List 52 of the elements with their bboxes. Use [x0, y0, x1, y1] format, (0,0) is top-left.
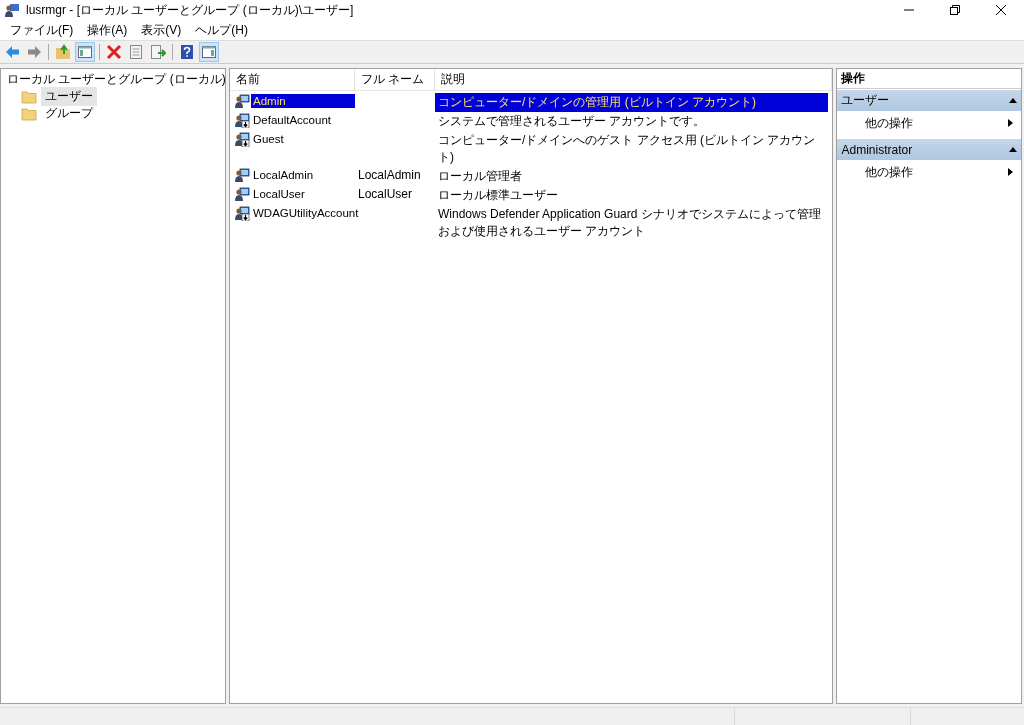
- folder-icon: [21, 89, 37, 104]
- description-cell-text: ローカル管理者: [437, 168, 523, 185]
- tree-item[interactable]: ローカル ユーザーとグループ (ローカル): [7, 71, 226, 88]
- collapse-icon[interactable]: [1009, 147, 1017, 152]
- description-cell-text: Windows Defender Application Guard シナリオでシステムによって管理および使用されるユーザー アカウント: [437, 206, 822, 240]
- submenu-arrow-icon: [1008, 168, 1013, 176]
- section-header[interactable]: ユーザー: [837, 90, 1021, 111]
- tree-item[interactable]: グループ: [41, 104, 97, 123]
- restore-icon: [950, 5, 960, 15]
- description-cell-text: システムで管理されるユーザー アカウントです。: [437, 113, 707, 130]
- user-name-cell[interactable]: LocalAdmin: [251, 168, 355, 182]
- submenu-arrow-icon: [1008, 119, 1013, 127]
- delete-x-icon: [106, 44, 122, 60]
- tree-item[interactable]: ユーザー: [41, 87, 97, 106]
- toolbar-button[interactable]: [148, 42, 168, 62]
- toolbar-button[interactable]: [75, 42, 95, 62]
- app-icon: [4, 2, 20, 18]
- description-cell: コンピューター/ドメインの管理用 (ビルトイン アカウント): [435, 93, 829, 112]
- full-name-cell-text: LocalUser: [357, 186, 414, 202]
- menu-item[interactable]: 表示(V): [134, 21, 189, 39]
- actions-title: 操作: [837, 69, 1021, 89]
- export-list-icon: [150, 44, 166, 60]
- close-icon: [996, 5, 1006, 15]
- menu-item[interactable]: ファイル(F): [3, 21, 81, 39]
- action-item[interactable]: 他の操作: [865, 163, 914, 181]
- collapse-icon[interactable]: [1009, 98, 1017, 103]
- menu-item[interactable]: 操作(A): [80, 21, 135, 39]
- description-cell-text: コンピューター/ドメインへのゲスト アクセス用 (ビルトイン アカウント): [437, 132, 817, 166]
- column-header[interactable]: 名前: [230, 69, 355, 90]
- forward-arrow-icon: [26, 44, 42, 60]
- toolbar-button[interactable]: [104, 42, 124, 62]
- action-item[interactable]: 他の操作: [865, 114, 914, 132]
- section-header[interactable]: Administrator: [837, 139, 1021, 160]
- toolbar-button[interactable]: [199, 42, 219, 62]
- folder-icon: [21, 106, 37, 121]
- description-cell-text: ローカル標準ユーザー: [437, 187, 559, 204]
- section-title: Administrator: [841, 142, 913, 157]
- full-name-cell-text: LocalAdmin: [357, 167, 422, 183]
- window-title: lusrmgr - [ローカル ユーザーとグループ (ローカル)\ユーザー]: [25, 1, 355, 19]
- toolbar-button[interactable]: [53, 42, 73, 62]
- section-title: ユーザー: [841, 92, 890, 109]
- back-arrow-icon: [4, 44, 20, 60]
- column-header[interactable]: 説明: [435, 69, 833, 90]
- menu-item[interactable]: ヘルプ(H): [188, 21, 255, 39]
- help-icon: [179, 44, 195, 60]
- action-pane-icon: [201, 44, 217, 60]
- user-name-cell[interactable]: Admin: [251, 94, 355, 108]
- tree-pane-icon: [77, 44, 93, 60]
- column-header[interactable]: フル ネーム: [355, 69, 435, 90]
- user-name-cell[interactable]: LocalUser: [251, 187, 355, 201]
- properties-sheet-icon: [128, 44, 144, 60]
- up-folder-icon: [55, 44, 71, 60]
